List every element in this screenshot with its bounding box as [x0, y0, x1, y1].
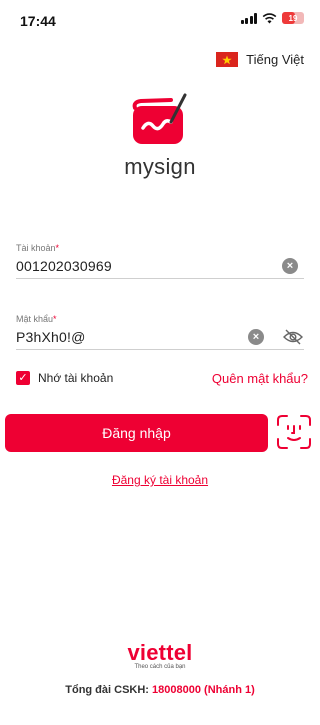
- viettel-brand: viettel Theo cách của bạn: [0, 640, 320, 670]
- vietnam-flag-icon: [216, 52, 239, 67]
- wifi-icon: [262, 12, 277, 23]
- account-input[interactable]: 001202030969: [16, 258, 282, 274]
- app-logo: mysign: [0, 92, 320, 180]
- language-selector[interactable]: Tiếng Việt: [216, 52, 304, 67]
- language-label: Tiếng Việt: [246, 52, 304, 67]
- checkbox-checked-icon[interactable]: ✓: [16, 371, 30, 385]
- password-field: Mật khẩu* P3hXh0!@ ×: [16, 314, 304, 350]
- password-input-row[interactable]: P3hXh0!@ ×: [16, 324, 304, 350]
- account-field: Tài khoản* 001202030969 ×: [16, 243, 304, 279]
- status-bar: 17:44 19: [0, 0, 320, 40]
- battery-icon: 19: [282, 12, 304, 24]
- mysign-logo-icon: [132, 93, 187, 144]
- status-icons: 19: [240, 12, 304, 24]
- logo-text: mysign: [124, 154, 196, 179]
- eye-hidden-icon[interactable]: [282, 329, 304, 345]
- password-label: Mật khẩu*: [16, 314, 57, 324]
- forgot-password-link[interactable]: Quên mật khẩu?: [212, 371, 308, 386]
- hotline-number[interactable]: 18008000 (Nhánh 1): [152, 684, 255, 696]
- remember-account-checkbox[interactable]: ✓ Nhớ tài khoản: [16, 371, 113, 385]
- hotline: Tổng đài CSKH: 18008000 (Nhánh 1): [0, 684, 320, 696]
- remember-label: Nhớ tài khoản: [38, 371, 114, 385]
- brand-logo: viettel: [127, 640, 193, 665]
- password-input[interactable]: P3hXh0!@: [16, 329, 248, 345]
- face-id-icon[interactable]: [276, 414, 312, 450]
- status-time: 17:44: [20, 13, 56, 29]
- account-label: Tài khoản*: [16, 243, 60, 253]
- clear-icon[interactable]: ×: [282, 257, 298, 274]
- battery-level: 19: [288, 13, 298, 23]
- brand-slogan: Theo cách của bạn: [134, 664, 186, 670]
- account-input-row[interactable]: 001202030969 ×: [16, 253, 304, 279]
- login-button[interactable]: Đăng nhập: [5, 414, 268, 452]
- hotline-label: Tổng đài CSKH:: [65, 684, 149, 696]
- register-link[interactable]: Đăng ký tài khoản: [112, 473, 208, 487]
- signal-icon: [240, 12, 257, 24]
- clear-icon[interactable]: ×: [248, 328, 264, 345]
- register-link-wrap: Đăng ký tài khoản: [0, 471, 320, 489]
